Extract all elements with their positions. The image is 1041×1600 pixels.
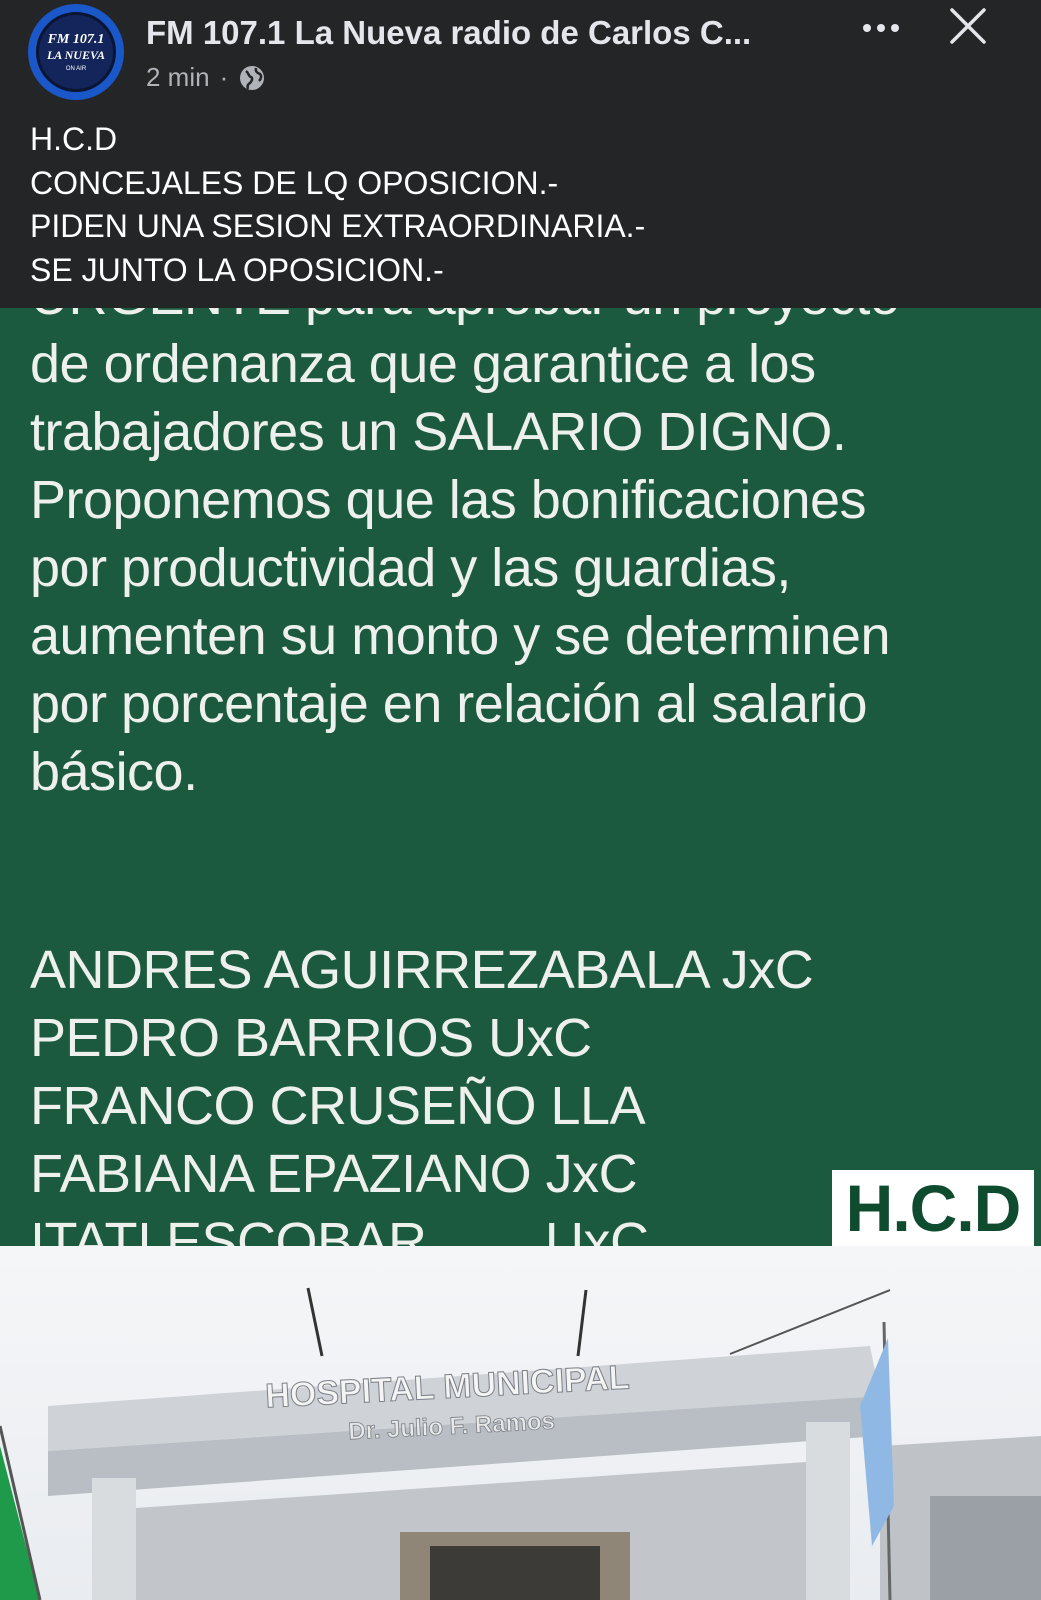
globe-icon[interactable] (238, 64, 266, 92)
statement-line: trabajadores un SALARIO DIGNO. (30, 402, 847, 462)
signatory-name: ITATI ESCOBAR (30, 1212, 427, 1246)
hospital-building-illustration: HOSPITAL MUNICIPAL Dr. Julio F. Ramos (0, 1287, 1041, 1600)
statement-line: básico. (30, 742, 198, 802)
signatory-name: PEDRO BARRIOS UxC (30, 1008, 592, 1068)
avatar-line-1: FM 107.1 (47, 32, 105, 47)
statement-line: aumenten su monto y se determinen (30, 606, 891, 666)
caption-line: SE JUNTO LA OPOSICION.- (30, 251, 444, 288)
avatar-line-2: LA NUEVA (46, 48, 105, 62)
post-caption: H.C.D CONCEJALES DE LQ OPOSICION.- PIDEN… (30, 118, 645, 292)
statement-line: Proponemos que las bonificaciones (30, 470, 867, 530)
hospital-photo: HOSPITAL MUNICIPAL Dr. Julio F. Ramos (0, 1246, 1041, 1600)
signatory-row: FRANCO CRUSEÑO LLA (30, 1072, 899, 1140)
signatory-row: FABIANA EPAZIANO JxC (30, 1140, 899, 1208)
post-time[interactable]: 2 min (146, 62, 210, 93)
statement-line: de ordenanza que garantice a los (30, 334, 816, 394)
signatory-name: FABIANA EPAZIANO JxC (30, 1144, 638, 1204)
signatory-party: UxC (545, 1212, 649, 1246)
caption-line: H.C.D (30, 121, 118, 157)
post-header: FM 107.1 LA NUEVA ON AIR FM 107.1 La Nue… (0, 0, 1041, 312)
signatory-row: ANDRES AGUIRREZABALA JxC (30, 936, 899, 1004)
avatar-line-3: ON AIR (66, 66, 87, 72)
radio-logo-icon: FM 107.1 LA NUEVA ON AIR (46, 32, 105, 72)
more-icon[interactable] (858, 8, 904, 48)
signatory-name: FRANCO CRUSEÑO LLA (30, 1076, 646, 1136)
meta-separator: · (219, 62, 229, 92)
avatar-logo: FM 107.1 LA NUEVA ON AIR (36, 12, 116, 92)
caption-line: PIDEN UNA SESION EXTRAORDINARIA.- (30, 208, 646, 244)
statement-panel: URGENTE para aprobar un proyecto de orde… (0, 308, 1041, 1246)
close-icon[interactable] (948, 6, 988, 46)
signatory-row: ITATI ESCOBAR UxC (30, 1208, 899, 1246)
signatory-row: PEDRO BARRIOS UxC (30, 1004, 899, 1072)
signatory-name: ANDRES AGUIRREZABALA JxC (30, 940, 814, 1000)
caption-line: CONCEJALES DE LQ OPOSICION.- (30, 164, 559, 201)
page-avatar[interactable]: FM 107.1 LA NUEVA ON AIR (28, 4, 124, 100)
statement-line: URGENTE para aprobar un proyecto (30, 308, 900, 330)
statement-line: por porcentaje en relación al salario (30, 674, 868, 734)
statement-text: URGENTE para aprobar un proyecto de orde… (30, 308, 900, 1246)
hcd-logo: H.C.D (832, 1170, 1034, 1246)
statement-line: por productividad y las guardias, (30, 538, 791, 598)
page-name-link[interactable]: FM 107.1 La Nueva radio de Carlos C... (146, 14, 751, 52)
post-meta: 2 min · (146, 62, 266, 93)
post-image[interactable]: URGENTE para aprobar un proyecto de orde… (0, 308, 1041, 1600)
